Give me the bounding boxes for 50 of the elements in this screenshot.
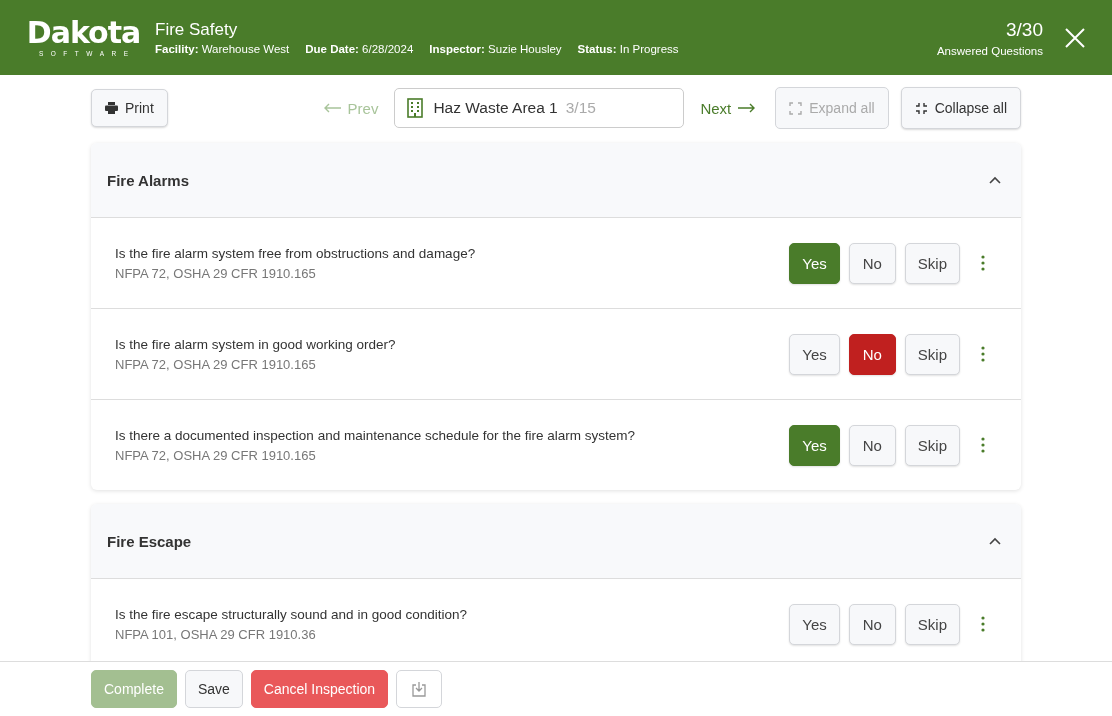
answer-button[interactable]: Yes <box>789 603 840 645</box>
download-icon <box>412 681 427 697</box>
meta-field: Due Date: 6/28/2024 <box>305 43 414 55</box>
left-arrow-icon <box>323 103 342 113</box>
close-icon[interactable] <box>1065 27 1085 48</box>
answer-button[interactable]: No <box>848 603 896 645</box>
logo-text: Dakota <box>26 16 141 49</box>
more-icon[interactable] <box>981 255 985 271</box>
question-reference: NFPA 101, OSHA 29 CFR 1910.36 <box>115 626 317 642</box>
section-title: Fire Alarms <box>107 171 189 189</box>
chevron-icon[interactable] <box>989 537 1001 545</box>
question-reference: NFPA 72, OSHA 29 CFR 1910.165 <box>115 447 317 463</box>
printer-icon <box>105 102 118 114</box>
answer-button[interactable]: Skip <box>904 242 960 284</box>
inspection-title: Fire Safety <box>155 20 239 40</box>
save-button[interactable]: Save <box>184 670 243 708</box>
question-reference: NFPA 72, OSHA 29 CFR 1910.165 <box>115 265 317 281</box>
expand-icon <box>789 101 803 115</box>
answer-button[interactable]: Skip <box>904 333 960 375</box>
answered-label: Answered Questions <box>936 44 1043 57</box>
question-text: Is there a documented inspection and maintenance schedule for the fire alarm system? <box>115 427 637 443</box>
collapse-icon <box>914 101 928 115</box>
answered-count: 3/30 <box>1006 18 1043 41</box>
more-icon[interactable] <box>981 616 985 632</box>
answer-button[interactable]: Yes <box>789 424 840 466</box>
answer-button[interactable]: Skip <box>904 424 960 466</box>
more-icon[interactable] <box>981 346 985 362</box>
question-text: Is the fire alarm system free from obstructions and damage? <box>115 245 477 261</box>
meta-field: Inspector: Suzie Housley <box>429 43 562 55</box>
chevron-icon[interactable] <box>989 176 1001 184</box>
building-icon <box>407 98 424 118</box>
meta-field: Status: In Progress <box>577 43 679 55</box>
answer-button[interactable]: No <box>848 424 896 466</box>
right-arrow-icon <box>737 103 756 113</box>
section-title: Fire Escape <box>107 532 192 550</box>
more-icon[interactable] <box>981 437 985 453</box>
answer-button[interactable]: No <box>848 333 896 375</box>
next-button[interactable]: Next <box>692 99 764 117</box>
answer-button[interactable]: No <box>848 242 896 284</box>
print-button[interactable]: Print <box>91 89 168 127</box>
meta-field: Facility: Warehouse West <box>155 43 290 55</box>
area-selector[interactable]: Haz Waste Area 1 3/15 <box>394 88 685 128</box>
answer-button[interactable]: Yes <box>789 333 840 375</box>
question-reference: NFPA 72, OSHA 29 CFR 1910.165 <box>115 356 317 372</box>
question-text: Is the fire escape structurally sound and in good condition? <box>115 606 468 622</box>
collapse-all-button[interactable]: Collapse all <box>900 87 1021 129</box>
answer-button[interactable]: Skip <box>904 603 960 645</box>
answer-button[interactable]: Yes <box>789 242 840 284</box>
question-text: Is the fire alarm system in good working order? <box>115 336 397 352</box>
cancel-button[interactable]: Cancel Inspection <box>250 670 389 708</box>
